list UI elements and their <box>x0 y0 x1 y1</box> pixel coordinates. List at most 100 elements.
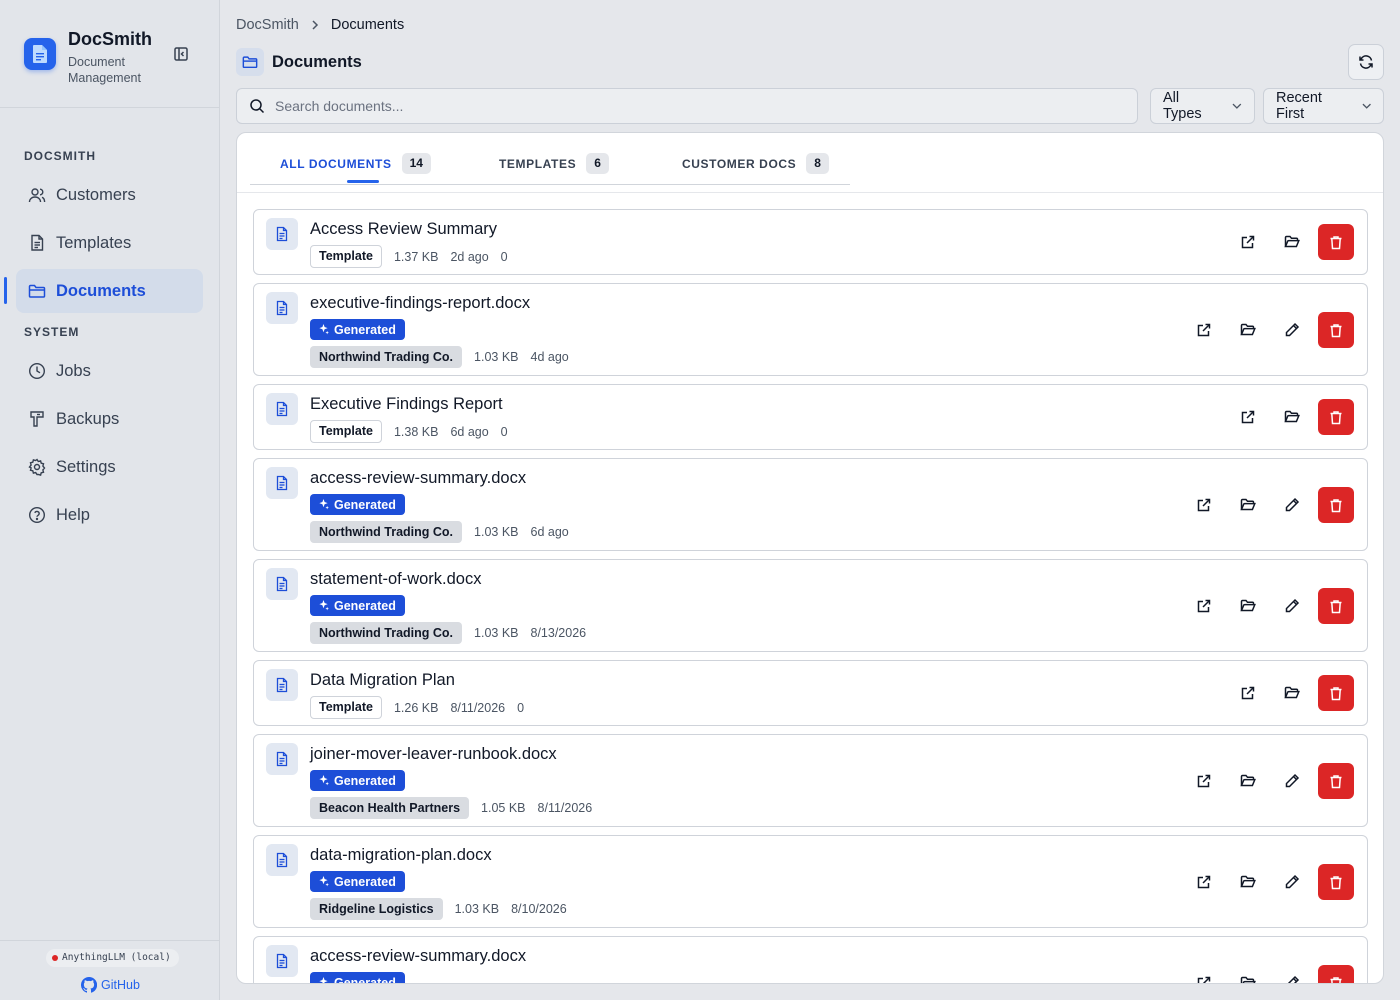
external-link-icon <box>1197 323 1211 337</box>
sidebar-item-documents[interactable]: Documents <box>16 269 203 313</box>
open-external-button[interactable] <box>1186 588 1222 624</box>
generated-badge: Generated <box>310 595 405 616</box>
open-external-button[interactable] <box>1230 675 1266 711</box>
sidebar: DocSmith Document Management DOCSMITH Cu… <box>0 0 220 1000</box>
sidebar-item-customers[interactable]: Customers <box>16 173 203 217</box>
generated-label: Generated <box>334 874 396 889</box>
open-folder-button[interactable] <box>1230 487 1266 523</box>
pencil-icon <box>1285 598 1300 613</box>
delete-button[interactable] <box>1318 675 1354 711</box>
generated-label: Generated <box>334 497 396 512</box>
open-folder-button[interactable] <box>1274 399 1310 435</box>
table-row[interactable]: statement-of-work.docx Generated Northwi… <box>253 559 1368 652</box>
document-name: Executive Findings Report <box>310 395 503 413</box>
generated-badge: Generated <box>310 871 405 892</box>
open-folder-button[interactable] <box>1230 588 1266 624</box>
search-input[interactable] <box>275 98 1095 114</box>
open-external-button[interactable] <box>1230 224 1266 260</box>
table-row[interactable]: joiner-mover-leaver-runbook.docx Generat… <box>253 734 1368 827</box>
modified-date: 8/11/2026 <box>537 801 593 815</box>
sort-select[interactable]: Recent First <box>1263 88 1384 124</box>
type-filter-select[interactable]: All Types <box>1150 88 1255 124</box>
open-external-button[interactable] <box>1186 763 1222 799</box>
external-link-icon <box>1197 976 1211 983</box>
breadcrumb-current: Documents <box>330 17 405 33</box>
pencil-icon <box>1285 773 1300 788</box>
open-folder-button[interactable] <box>1274 224 1310 260</box>
table-row[interactable]: access-review-summary.docx Generated Nor… <box>253 458 1368 551</box>
sidebar-item-help[interactable]: Help <box>16 493 203 537</box>
open-folder-button[interactable] <box>1230 763 1266 799</box>
external-link-icon <box>1197 599 1211 613</box>
edit-button[interactable] <box>1274 487 1310 523</box>
tab-active-underline <box>347 180 379 183</box>
type-filter-value: All Types <box>1163 90 1202 122</box>
table-row[interactable]: Executive Findings Report Template 1.38 … <box>253 384 1368 450</box>
customer-badge: Beacon Health Partners <box>310 797 470 819</box>
edit-button[interactable] <box>1274 763 1310 799</box>
open-folder-button[interactable] <box>1274 675 1310 711</box>
trash-icon <box>1330 235 1342 249</box>
breadcrumb-root[interactable]: DocSmith <box>236 17 299 33</box>
tab-customer-docs[interactable]: CUSTOMER DOCS 8 <box>682 153 829 174</box>
sidebar-item-label: Jobs <box>56 361 91 380</box>
refresh-button[interactable] <box>1348 44 1384 80</box>
document-name: data-migration-plan.docx <box>310 846 492 864</box>
table-row[interactable]: executive-findings-report.docx Generated… <box>253 283 1368 376</box>
open-folder-button[interactable] <box>1230 312 1266 348</box>
nav-section-docsmith: DOCSMITH <box>24 149 96 163</box>
edit-button[interactable] <box>1274 588 1310 624</box>
folder-icon <box>28 284 46 298</box>
table-row[interactable]: access-review-summary.docx Generated <box>253 936 1368 983</box>
open-folder-button[interactable] <box>1230 864 1266 900</box>
sidebar-collapse-icon[interactable] <box>173 46 189 62</box>
github-link[interactable]: GitHub <box>81 977 140 993</box>
document-icon <box>266 393 298 425</box>
document-meta: Template 1.38 KB 6d ago 0 <box>310 420 508 443</box>
generated-label: Generated <box>334 773 396 788</box>
document-name: access-review-summary.docx <box>310 469 527 487</box>
file-size: 1.03 KB <box>474 525 519 539</box>
delete-button[interactable] <box>1318 864 1354 900</box>
tab-label: ALL DOCUMENTS <box>280 156 392 171</box>
edit-button[interactable] <box>1274 864 1310 900</box>
delete-button[interactable] <box>1318 224 1354 260</box>
sidebar-item-templates[interactable]: Templates <box>16 221 203 265</box>
chevron-down-icon <box>1232 103 1242 109</box>
file-size: 1.03 KB <box>454 902 500 916</box>
open-external-button[interactable] <box>1186 864 1222 900</box>
open-folder-button[interactable] <box>1230 965 1266 983</box>
sparkles-icon <box>319 876 329 887</box>
folder-open-icon <box>1283 410 1300 423</box>
delete-button[interactable] <box>1318 588 1354 624</box>
edit-button[interactable] <box>1274 965 1310 983</box>
table-row[interactable]: Data Migration Plan Template 1.26 KB 8/1… <box>253 660 1368 726</box>
tab-count: 6 <box>586 153 609 174</box>
delete-button[interactable] <box>1318 399 1354 435</box>
external-link-icon <box>1197 774 1211 788</box>
tab-templates[interactable]: TEMPLATES 6 <box>499 153 609 174</box>
table-row[interactable]: Access Review Summary Template 1.37 KB 2… <box>253 209 1368 275</box>
open-external-button[interactable] <box>1186 487 1222 523</box>
delete-button[interactable] <box>1318 312 1354 348</box>
sidebar-item-jobs[interactable]: Jobs <box>16 349 203 393</box>
tab-all-documents[interactable]: ALL DOCUMENTS 14 <box>280 153 431 174</box>
open-external-button[interactable] <box>1186 312 1222 348</box>
document-icon <box>266 669 298 701</box>
sidebar-item-settings[interactable]: Settings <box>16 445 203 489</box>
chevron-down-icon <box>1362 103 1371 109</box>
table-row[interactable]: data-migration-plan.docx Generated Ridge… <box>253 835 1368 928</box>
edit-button[interactable] <box>1274 312 1310 348</box>
sidebar-item-backups[interactable]: Backups <box>16 397 203 441</box>
pencil-icon <box>1285 874 1300 889</box>
delete-button[interactable] <box>1318 763 1354 799</box>
delete-button[interactable] <box>1318 965 1354 983</box>
file-size: 1.03 KB <box>474 350 519 364</box>
generated-badge: Generated <box>310 494 405 515</box>
delete-button[interactable] <box>1318 487 1354 523</box>
document-meta: Template 1.26 KB 8/11/2026 0 <box>310 696 524 719</box>
document-name: executive-findings-report.docx <box>310 294 531 312</box>
brand: DocSmith Document Management <box>0 0 219 108</box>
open-external-button[interactable] <box>1186 965 1222 983</box>
open-external-button[interactable] <box>1230 399 1266 435</box>
